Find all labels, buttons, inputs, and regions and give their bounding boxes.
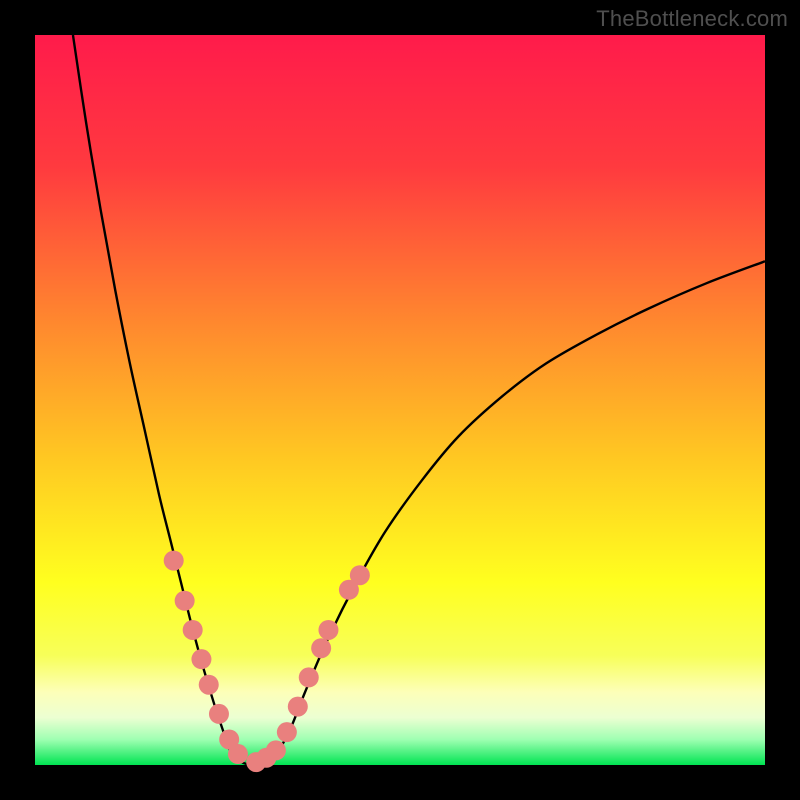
watermark-text: TheBottleneck.com — [596, 6, 788, 32]
data-marker — [228, 744, 248, 764]
data-marker — [311, 638, 331, 658]
curves-layer — [35, 35, 765, 765]
bottleneck-curve — [73, 35, 765, 765]
data-marker — [350, 565, 370, 585]
data-marker — [191, 649, 211, 669]
data-marker — [209, 704, 229, 724]
data-marker — [288, 697, 308, 717]
data-marker — [266, 740, 286, 760]
data-marker — [318, 620, 338, 640]
data-marker — [164, 551, 184, 571]
data-marker — [299, 667, 319, 687]
data-marker — [175, 591, 195, 611]
chart-frame: TheBottleneck.com — [0, 0, 800, 800]
data-marker — [199, 675, 219, 695]
plot-area — [35, 35, 765, 765]
data-marker — [183, 620, 203, 640]
data-marker — [277, 722, 297, 742]
